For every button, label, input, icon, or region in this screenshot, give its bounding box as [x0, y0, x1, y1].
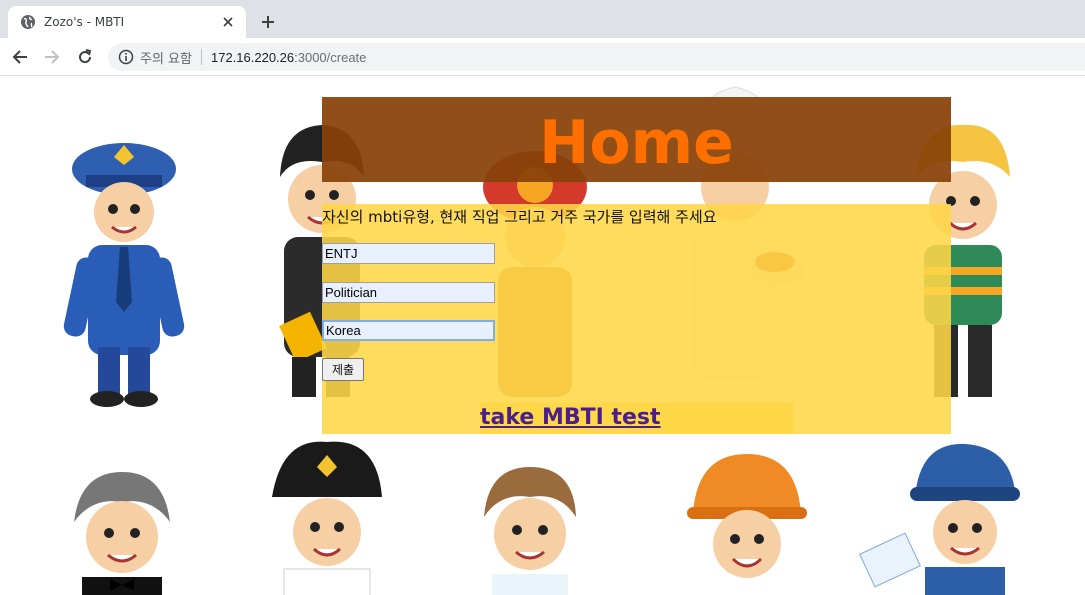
address-bar[interactable]: 주의 요함 172.16.220.26 :3000/create: [108, 43, 1085, 71]
country-field[interactable]: [322, 320, 495, 341]
browser-toolbar: 주의 요함 172.16.220.26 :3000/create: [0, 38, 1085, 76]
info-icon[interactable]: [118, 49, 134, 65]
instruction-text: 자신의 mbti유형, 현재 직업 그리고 거주 국가를 입력해 주세요: [322, 208, 717, 226]
browser-tabstrip: Zozo's - MBTI: [0, 0, 1085, 38]
reload-icon[interactable]: [75, 47, 95, 67]
security-label: 주의 요함: [140, 51, 192, 67]
pilot-figure: [272, 441, 382, 595]
take-mbti-test-link[interactable]: take MBTI test: [480, 403, 661, 433]
test-link-container: take MBTI test: [480, 403, 794, 434]
mbti-type-field[interactable]: [322, 243, 495, 264]
page-viewport: Home 자신의 mbti유형, 현재 직업 그리고 거주 국가를 입력해 주세…: [0, 77, 1085, 595]
waiter-figure: [74, 472, 170, 595]
address-divider: [200, 49, 202, 65]
page-title: Home: [539, 108, 734, 178]
police-officer-figure: [63, 143, 185, 407]
construction-worker-figure: [687, 454, 807, 578]
doctor-figure: [484, 467, 576, 595]
url-host: 172.16.220.26: [210, 49, 295, 65]
close-tab-icon[interactable]: [220, 14, 236, 30]
submit-button[interactable]: 제출: [322, 358, 364, 381]
url-path: :3000/create: [294, 49, 367, 65]
home-banner: Home: [322, 97, 951, 182]
forward-arrow-icon[interactable]: [42, 47, 62, 67]
postman-figure: [859, 443, 1020, 595]
tab-title: Zozo's - MBTI: [44, 15, 125, 29]
globe-icon: [20, 14, 36, 30]
new-tab-icon[interactable]: [258, 12, 278, 32]
form-panel: 자신의 mbti유형, 현재 직업 그리고 거주 국가를 입력해 주세요 제출 …: [322, 204, 951, 434]
back-arrow-icon[interactable]: [10, 47, 30, 67]
browser-tab[interactable]: Zozo's - MBTI: [8, 6, 246, 38]
occupation-field[interactable]: [322, 282, 495, 303]
